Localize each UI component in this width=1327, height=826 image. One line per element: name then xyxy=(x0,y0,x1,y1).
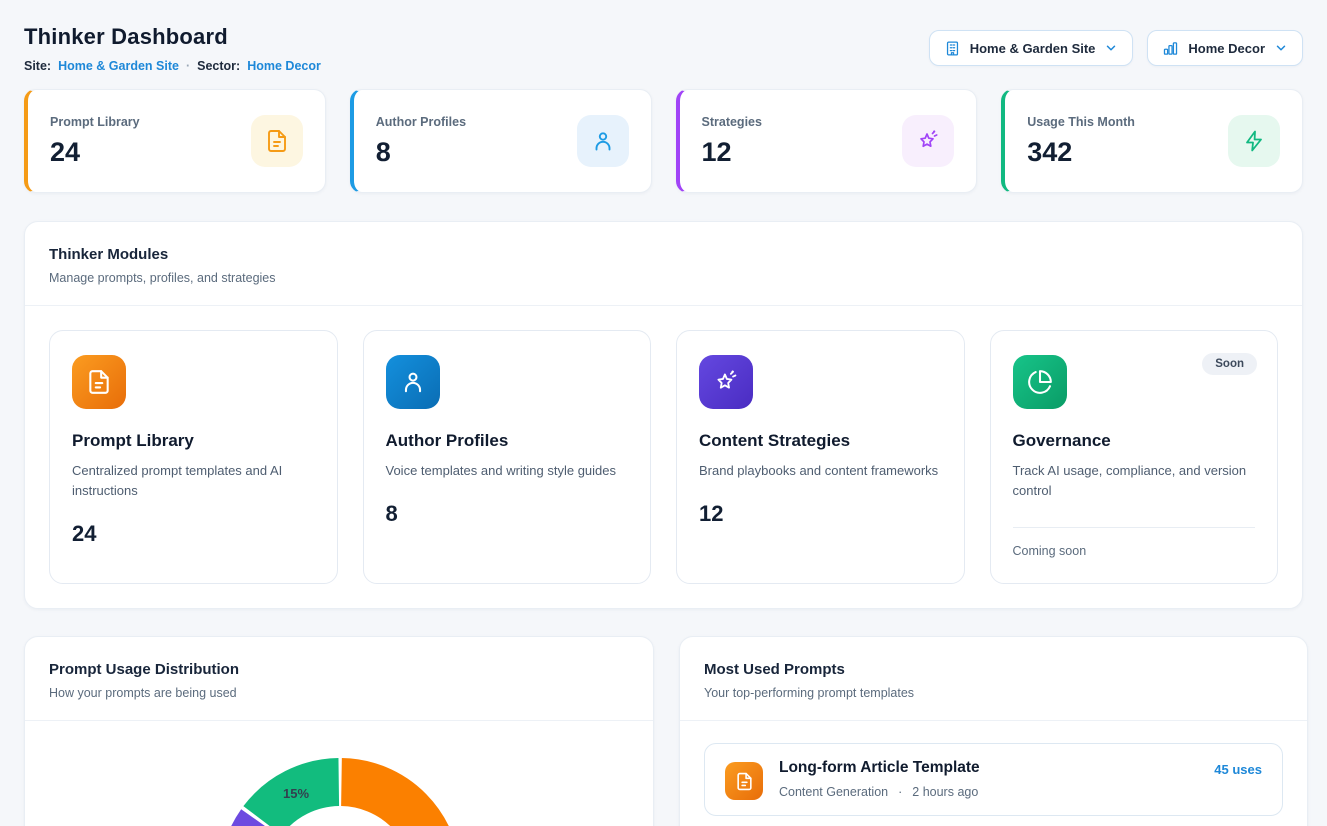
prompt-category: Content Generation xyxy=(779,785,888,799)
module-count: 12 xyxy=(699,501,942,527)
module-title: Author Profiles xyxy=(386,431,629,451)
sector-selector-button[interactable]: Home Decor xyxy=(1147,30,1303,66)
stat-value: 24 xyxy=(50,137,140,168)
building-icon xyxy=(944,40,961,57)
stat-label: Usage This Month xyxy=(1027,115,1135,129)
site-label: Site: xyxy=(24,59,51,73)
thinker-modules-panel: Thinker Modules Manage prompts, profiles… xyxy=(24,221,1303,609)
bar-chart-icon xyxy=(1162,40,1179,57)
usage-chart-subtitle: How your prompts are being used xyxy=(49,686,629,700)
module-description: Centralized prompt templates and AI inst… xyxy=(72,461,315,501)
chevron-down-icon xyxy=(1274,41,1288,55)
stat-card-strategies: Strategies 12 xyxy=(676,89,978,193)
pie-chart-icon xyxy=(1013,355,1067,409)
stat-label: Prompt Library xyxy=(50,115,140,129)
site-selector-label: Home & Garden Site xyxy=(970,41,1096,56)
modules-grid: Prompt Library Centralized prompt templa… xyxy=(25,306,1302,608)
module-title: Prompt Library xyxy=(72,431,315,451)
chevron-down-icon xyxy=(1104,41,1118,55)
stat-value: 12 xyxy=(702,137,762,168)
module-card-governance[interactable]: Soon Governance Track AI usage, complian… xyxy=(990,330,1279,584)
stat-value: 342 xyxy=(1027,137,1135,168)
module-card-author-profiles[interactable]: Author Profiles Voice templates and writ… xyxy=(363,330,652,584)
site-selector-button[interactable]: Home & Garden Site xyxy=(929,30,1134,66)
stat-label: Author Profiles xyxy=(376,115,466,129)
donut-chart: 15% xyxy=(25,721,653,826)
stat-value: 8 xyxy=(376,137,466,168)
prompt-usage-panel: Prompt Usage Distribution How your promp… xyxy=(24,636,654,826)
stat-card-prompt-library: Prompt Library 24 xyxy=(24,89,326,193)
prompt-time: 2 hours ago xyxy=(912,785,978,799)
sparkle-star-icon xyxy=(902,115,954,167)
page-header: Thinker Dashboard Site: Home & Garden Si… xyxy=(24,24,1303,73)
user-icon xyxy=(577,115,629,167)
module-count: 24 xyxy=(72,521,315,547)
page-title: Thinker Dashboard xyxy=(24,24,321,50)
header-actions: Home & Garden Site Home Decor xyxy=(929,30,1303,66)
stats-row: Prompt Library 24 Author Profiles 8 xyxy=(24,89,1303,193)
coming-soon-text: Coming soon xyxy=(1013,528,1256,558)
document-icon xyxy=(72,355,126,409)
stat-card-author-profiles: Author Profiles 8 xyxy=(350,89,652,193)
module-description: Voice templates and writing style guides xyxy=(386,461,629,481)
modules-subtitle: Manage prompts, profiles, and strategies xyxy=(49,271,1278,285)
prompt-list-item[interactable]: Long-form Article Template Content Gener… xyxy=(704,743,1283,816)
bottom-row: Prompt Usage Distribution How your promp… xyxy=(24,636,1303,826)
soon-badge: Soon xyxy=(1202,353,1257,375)
most-used-prompts-panel: Most Used Prompts Your top-performing pr… xyxy=(679,636,1308,826)
document-icon xyxy=(251,115,303,167)
document-icon xyxy=(725,762,763,800)
stat-card-usage: Usage This Month 342 xyxy=(1001,89,1303,193)
module-title: Content Strategies xyxy=(699,431,942,451)
lightning-icon xyxy=(1228,115,1280,167)
stat-label: Strategies xyxy=(702,115,762,129)
prompt-title: Long-form Article Template xyxy=(779,759,1198,777)
breadcrumb-separator: · xyxy=(186,59,190,73)
sector-selector-label: Home Decor xyxy=(1188,41,1265,56)
module-card-content-strategies[interactable]: Content Strategies Brand playbooks and c… xyxy=(676,330,965,584)
module-count: 8 xyxy=(386,501,629,527)
sector-label: Sector: xyxy=(197,59,240,73)
sector-link[interactable]: Home Decor xyxy=(247,59,321,73)
most-used-subtitle: Your top-performing prompt templates xyxy=(704,686,1283,700)
donut-segment-label: 15% xyxy=(283,786,309,801)
modules-title: Thinker Modules xyxy=(49,246,1278,263)
module-title: Governance xyxy=(1013,431,1256,451)
meta-separator: · xyxy=(898,785,902,799)
prompt-uses-badge: 45 uses xyxy=(1214,762,1262,777)
sparkle-star-icon xyxy=(699,355,753,409)
usage-chart-title: Prompt Usage Distribution xyxy=(49,661,629,678)
site-link[interactable]: Home & Garden Site xyxy=(58,59,179,73)
user-icon xyxy=(386,355,440,409)
module-description: Brand playbooks and content frameworks xyxy=(699,461,942,481)
header-left: Thinker Dashboard Site: Home & Garden Si… xyxy=(24,24,321,73)
most-used-title: Most Used Prompts xyxy=(704,661,1283,678)
module-card-prompt-library[interactable]: Prompt Library Centralized prompt templa… xyxy=(49,330,338,584)
module-description: Track AI usage, compliance, and version … xyxy=(1013,461,1256,501)
dashboard-page: Thinker Dashboard Site: Home & Garden Si… xyxy=(0,0,1327,826)
breadcrumb: Site: Home & Garden Site · Sector: Home … xyxy=(24,59,321,73)
